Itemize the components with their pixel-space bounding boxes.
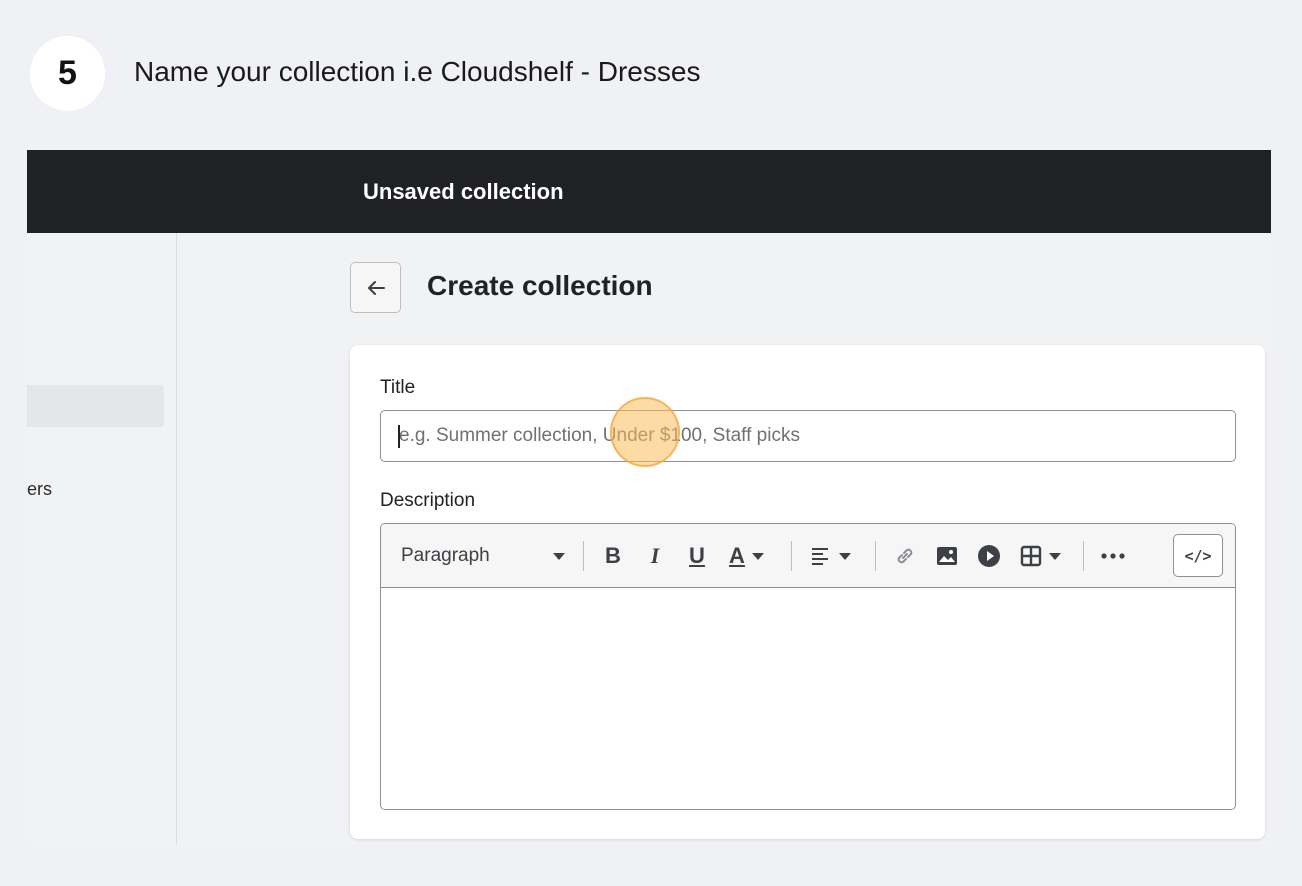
caret-down-icon: [839, 552, 851, 560]
back-button[interactable]: [350, 262, 401, 313]
step-number-badge: 5: [30, 36, 105, 111]
sidebar: ers: [27, 233, 177, 844]
page-title: Create collection: [427, 270, 653, 301]
toolbar-divider: [1083, 541, 1084, 571]
underline-icon: U: [689, 542, 705, 568]
toolbar-divider: [583, 541, 584, 571]
more-horizontal-icon: [1101, 552, 1125, 559]
text-color-button[interactable]: A: [721, 524, 773, 587]
title-input[interactable]: [380, 410, 1236, 462]
description-editor: Paragraph B I U A </>: [380, 523, 1236, 810]
video-play-icon: [978, 544, 1000, 567]
align-left-icon: [812, 547, 828, 565]
insert-video-button[interactable]: [971, 524, 1007, 587]
table-icon: [1020, 545, 1042, 566]
topbar-title: Unsaved collection: [363, 179, 564, 204]
more-button[interactable]: [1095, 524, 1131, 587]
description-editor-body[interactable]: [381, 588, 1235, 809]
code-view-button[interactable]: </>: [1173, 534, 1223, 577]
insert-image-button[interactable]: [929, 524, 965, 587]
step-header: 5 Name your collection i.e Cloudshelf - …: [0, 0, 1302, 150]
caret-down-icon: [751, 552, 764, 560]
image-icon: [937, 546, 957, 565]
insert-table-button[interactable]: [1013, 524, 1069, 587]
click-indicator: [610, 397, 680, 467]
text-color-icon: A: [729, 542, 745, 568]
italic-button[interactable]: I: [637, 524, 673, 587]
bold-button[interactable]: B: [595, 524, 631, 587]
text-caret: [398, 425, 400, 448]
back-arrow-icon: [367, 280, 385, 295]
toolbar-divider: [791, 541, 792, 571]
editor-toolbar: Paragraph B I U A </>: [381, 524, 1235, 588]
align-button[interactable]: [805, 524, 857, 587]
link-icon: [897, 548, 913, 563]
bold-icon: B: [605, 542, 621, 568]
top-bar: Unsaved collection: [27, 150, 1271, 233]
title-label: Title: [380, 377, 416, 398]
caret-down-icon: [553, 552, 565, 560]
description-label: Description: [380, 490, 476, 511]
sidebar-item-active[interactable]: [27, 385, 164, 427]
paragraph-select[interactable]: Paragraph: [401, 524, 566, 587]
collection-form-card: Title Description Paragraph B I U: [350, 345, 1265, 839]
paragraph-select-label: Paragraph: [401, 544, 490, 566]
screenshot-frame: Unsaved collection ers Create collection…: [27, 150, 1271, 844]
caret-down-icon: [1049, 552, 1061, 560]
italic-icon: I: [650, 542, 660, 568]
toolbar-divider: [875, 541, 876, 571]
sidebar-item-partial[interactable]: ers: [27, 479, 52, 500]
underline-button[interactable]: U: [679, 524, 715, 587]
step-instruction: Name your collection i.e Cloudshelf - Dr…: [134, 56, 701, 87]
code-icon: </>: [1184, 546, 1212, 565]
insert-link-button[interactable]: [887, 524, 923, 587]
